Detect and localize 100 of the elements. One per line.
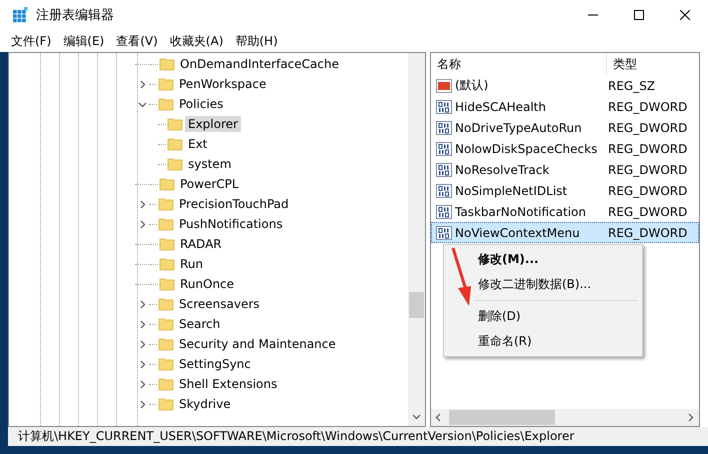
tree-item[interactable]: system [185,156,234,172]
value-name: NolowDiskSpaceChecks [455,142,598,156]
menu-item[interactable]: 收藏夹(A) [164,30,228,52]
maximize-icon [634,10,644,20]
value-type: REG_DWORD [608,120,688,134]
folder-icon [158,296,174,312]
menu-item[interactable]: 帮助(H) [230,30,283,52]
tree-item[interactable]: PenWorkspace [176,76,270,92]
value-name: HideSCAHealth [455,100,547,114]
chevron-right-icon[interactable] [138,400,146,408]
tree-item[interactable]: PowerCPL [177,176,242,192]
window-title: 注册表编辑器 [36,7,115,24]
folder-icon [167,116,183,132]
value-name: (默认) [455,77,490,94]
tree-item[interactable]: Security and Maintenance [176,336,339,352]
tree-item[interactable]: Policies [176,96,226,112]
value-row[interactable]: NolowDiskSpaceChecks REG_DWORD [431,138,699,159]
value-name: NoResolveTrack [455,162,550,176]
column-header[interactable]: 名称 [431,53,607,75]
tree-item[interactable]: RADAR [177,236,225,252]
scroll-left-icon[interactable] [435,413,441,422]
value-type: REG_DWORD [608,184,688,198]
chevron-right-icon[interactable] [138,360,146,368]
chevron-right-icon[interactable] [138,80,146,88]
chevron-right-icon[interactable] [138,220,146,228]
scroll-down-icon[interactable] [412,414,421,420]
folder-icon [158,76,174,92]
registry-app-icon [12,7,28,23]
tree-item[interactable]: Search [176,316,224,332]
value-row[interactable]: NoViewContextMenu REG_DWORD [431,222,699,243]
folder-icon [158,316,174,332]
folder-icon [158,376,174,392]
value-type: REG_DWORD [608,226,688,240]
menu-item[interactable]: 文件(F) [6,30,56,52]
tree-item[interactable]: PushNotifications [176,216,286,232]
tree-item[interactable]: SettingSync [176,356,254,372]
folder-icon [159,236,175,252]
folder-icon [158,336,174,352]
context-menu-item[interactable]: 修改(M)... [444,247,642,272]
chevron-right-icon[interactable] [138,340,146,348]
key-path: 计算机\HKEY_CURRENT_USER\SOFTWARE\Microsoft\Windows\CurrentVersion\Policies\Explorer [18,428,574,445]
context-menu-item[interactable]: 修改二进制数据(B)... [444,272,642,297]
string-value-icon [436,78,452,92]
scroll-thumb[interactable] [409,292,424,318]
value-name: TaskbarNoNotification [455,204,587,218]
value-row[interactable]: NoSimpleNetIDList REG_DWORD [431,180,699,201]
scrollbar[interactable] [431,409,699,426]
scroll-thumb[interactable] [449,410,555,425]
value-name: NoSimpleNetIDList [455,184,568,198]
binary-value-icon [436,100,452,114]
binary-value-icon [436,204,452,218]
value-type: REG_DWORD [608,162,688,176]
folder-icon [159,256,175,272]
value-row[interactable]: NoResolveTrack REG_DWORD [431,159,699,180]
value-row[interactable]: TaskbarNoNotification REG_DWORD [431,201,699,222]
chevron-right-icon[interactable] [138,380,146,388]
value-name: NoDriveTypeAutoRun [455,120,583,134]
chevron-right-icon[interactable] [138,200,146,208]
tree-item[interactable]: RunOnce [177,276,238,292]
folder-icon [159,56,175,72]
binary-value-icon [436,120,452,134]
folder-icon [159,276,175,292]
value-type: REG_DWORD [608,100,688,114]
chevron-down-icon[interactable] [138,100,146,108]
value-row[interactable]: (默认) REG_SZ [431,75,699,96]
tree-item[interactable]: Screensavers [176,296,263,312]
menu-item[interactable]: 编辑(E) [58,30,110,52]
column-header[interactable]: 类型 [607,53,699,75]
value-type: REG_SZ [608,78,656,92]
value-type: REG_DWORD [608,204,688,218]
value-row[interactable]: NoDriveTypeAutoRun REG_DWORD [431,117,699,138]
tree-item[interactable]: Run [177,256,206,272]
close-icon [680,10,690,20]
tree-item[interactable]: Ext [185,136,210,152]
chevron-right-icon[interactable] [138,320,146,328]
menu-item[interactable]: 查看(V) [111,30,163,52]
folder-icon [159,176,175,192]
tree-item[interactable]: OnDemandInterfaceCache [177,56,342,72]
tree-item[interactable]: PrecisionTouchPad [176,196,292,212]
tree-item[interactable]: Skydrive [176,396,234,412]
scrollbar[interactable] [408,53,425,426]
binary-value-icon [436,142,452,156]
folder-icon [158,396,174,412]
folder-icon [167,136,183,152]
binary-value-icon [436,226,452,240]
chevron-right-icon[interactable] [138,300,146,308]
value-type: REG_DWORD [608,142,688,156]
value-row[interactable]: HideSCAHealth REG_DWORD [431,96,699,117]
tree-item[interactable]: Shell Extensions [176,376,280,392]
folder-icon [158,356,174,372]
value-name: NoViewContextMenu [455,226,581,240]
context-menu-item[interactable]: 重命名(R) [444,329,642,354]
binary-value-icon [436,162,452,176]
tree-item[interactable]: Explorer [185,116,241,132]
folder-icon [167,156,183,172]
folder-icon [158,216,174,232]
binary-value-icon [436,184,452,198]
scroll-right-icon[interactable] [688,413,694,422]
folder-icon [158,196,174,212]
folder-icon [158,96,174,112]
